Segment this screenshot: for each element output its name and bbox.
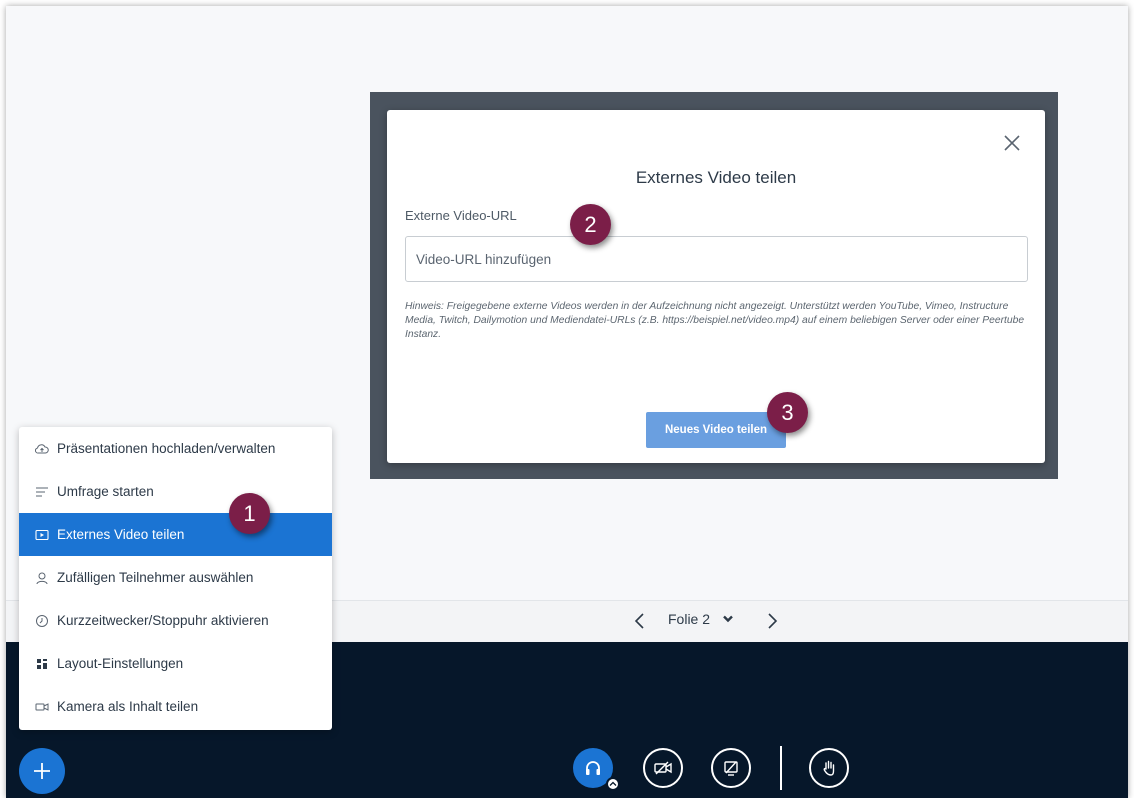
menu-item-label: Umfrage starten bbox=[57, 484, 154, 499]
layout-icon bbox=[35, 657, 49, 671]
menu-item-layout-settings[interactable]: Layout-Einstellungen bbox=[19, 642, 332, 685]
menu-item-label: Externes Video teilen bbox=[57, 527, 185, 542]
hint-text: Hinweis: Freigegebene externe Videos wer… bbox=[405, 301, 1025, 340]
external-video-modal: Externes Video teilen Externe Video-URL … bbox=[387, 110, 1045, 463]
menu-item-timer[interactable]: Kurzzeitwecker/Stoppuhr aktivieren bbox=[19, 599, 332, 642]
screenshare-off-icon bbox=[724, 761, 738, 776]
chevron-down-icon bbox=[722, 611, 734, 627]
menu-item-random-participant[interactable]: Zufälligen Teilnehmer auswählen bbox=[19, 556, 332, 599]
chevron-right-icon[interactable] bbox=[762, 610, 782, 632]
menu-item-label: Kamera als Inhalt teilen bbox=[57, 699, 199, 714]
menu-item-share-camera[interactable]: Kamera als Inhalt teilen bbox=[19, 685, 332, 728]
audio-settings-chevron-icon[interactable] bbox=[606, 777, 620, 791]
plus-icon bbox=[34, 763, 50, 779]
menu-item-share-external-video[interactable]: Externes Video teilen bbox=[19, 513, 332, 556]
toolbar-divider bbox=[780, 746, 782, 790]
hand-icon bbox=[823, 760, 835, 776]
menu-item-label: Layout-Einstellungen bbox=[57, 656, 184, 671]
screenshare-button[interactable] bbox=[711, 748, 751, 788]
camera-icon bbox=[35, 700, 49, 714]
user-icon bbox=[35, 571, 49, 585]
cloud-upload-icon bbox=[35, 442, 49, 456]
menu-item-label: Zufälligen Teilnehmer auswählen bbox=[57, 570, 254, 585]
slide-select[interactable]: Folie 2 bbox=[668, 611, 734, 627]
raise-hand-button[interactable] bbox=[809, 748, 849, 788]
camera-button[interactable] bbox=[643, 748, 683, 788]
modal-title: Externes Video teilen bbox=[635, 168, 797, 187]
menu-item-label: Präsentationen hochladen/verwalten bbox=[57, 441, 276, 456]
share-video-button[interactable]: Neues Video teilen bbox=[646, 412, 786, 448]
poll-icon bbox=[35, 485, 49, 499]
external-video-icon bbox=[35, 528, 49, 542]
step-badge-1: 1 bbox=[229, 493, 270, 534]
step-badge-2: 2 bbox=[570, 204, 611, 245]
step-badge-3: 3 bbox=[767, 392, 808, 433]
app-window: Externes Video teilen Externe Video-URL … bbox=[6, 6, 1128, 798]
camera-off-icon bbox=[654, 761, 672, 775]
menu-item-label: Kurzzeitwecker/Stoppuhr aktivieren bbox=[57, 613, 269, 628]
chevron-left-icon[interactable] bbox=[630, 610, 650, 632]
video-url-input[interactable] bbox=[405, 236, 1028, 282]
close-icon[interactable] bbox=[1001, 132, 1023, 154]
url-label: Externe Video-URL bbox=[405, 208, 517, 223]
slide-select-label: Folie 2 bbox=[668, 611, 711, 627]
timer-icon bbox=[35, 614, 49, 628]
actions-menu: Präsentationen hochladen/verwalten Umfra… bbox=[19, 427, 332, 730]
menu-item-upload-presentation[interactable]: Präsentationen hochladen/verwalten bbox=[19, 427, 332, 470]
actions-plus-button[interactable] bbox=[19, 748, 65, 794]
headphones-icon bbox=[586, 761, 600, 775]
menu-item-start-poll[interactable]: Umfrage starten bbox=[19, 470, 332, 513]
